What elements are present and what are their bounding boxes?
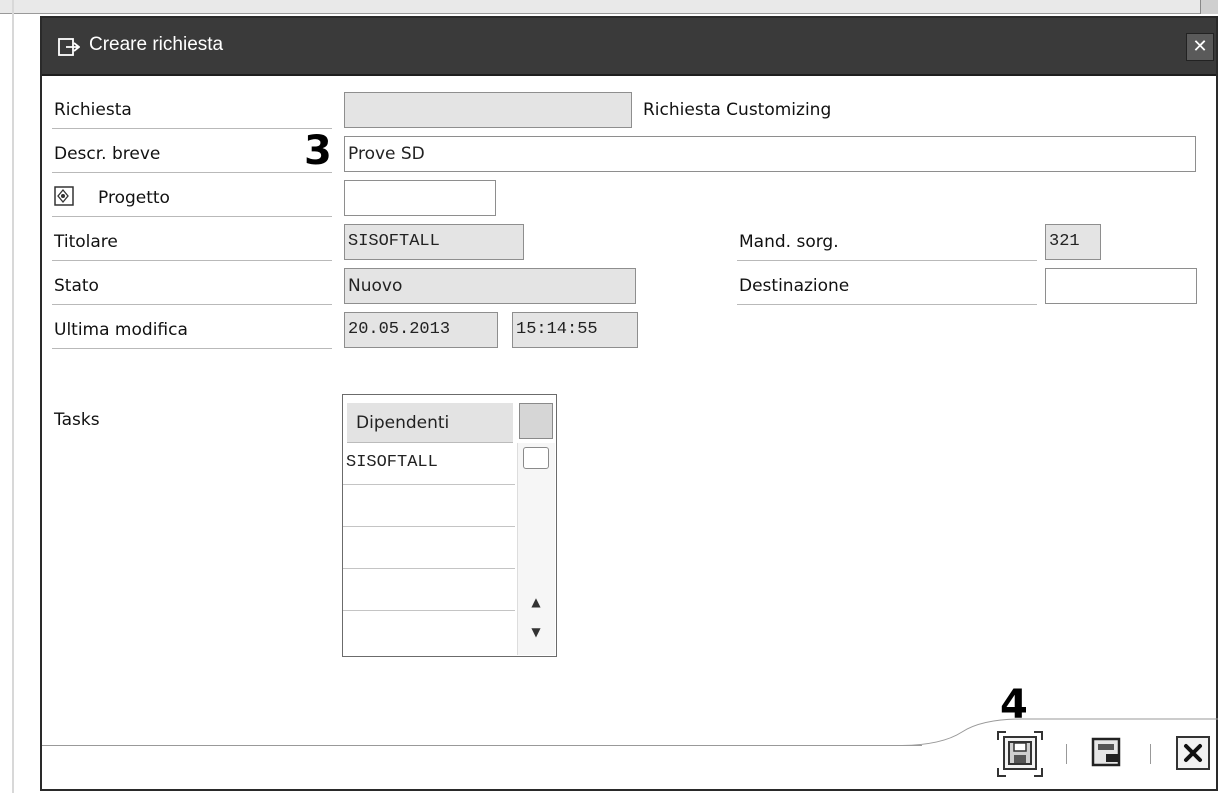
last-changed-time-field[interactable]: 15:14:55 — [512, 312, 638, 348]
last-changed-date-field[interactable]: 20.05.2013 — [344, 312, 498, 348]
step-marker-4: 4 — [1000, 682, 1028, 728]
select-all-button[interactable] — [519, 403, 553, 439]
destination-input[interactable] — [1045, 268, 1197, 304]
label-underline — [52, 304, 332, 305]
richiesta-field[interactable] — [344, 92, 632, 128]
table-row[interactable] — [343, 527, 515, 569]
footer-divider — [42, 745, 922, 746]
label-underline — [52, 216, 332, 217]
label-underline — [737, 260, 1037, 261]
save-local-button[interactable] — [1090, 736, 1124, 770]
dialog-titlebar: Creare richiesta ✕ — [42, 18, 1216, 76]
tasks-table: Dipendenti SISOFTALL ▲ ▼ — [342, 394, 557, 657]
close-icon[interactable]: ✕ — [1186, 33, 1214, 61]
toolbar-separator — [1066, 744, 1067, 764]
tasks-label: Tasks — [54, 410, 100, 430]
save-local-icon — [1091, 737, 1121, 767]
table-scrollbar[interactable]: ▲ ▼ — [517, 443, 555, 655]
label-underline — [737, 304, 1037, 305]
project-input[interactable] — [344, 180, 496, 216]
column-header-dipendenti[interactable]: Dipendenti — [347, 403, 513, 443]
description-input[interactable]: Prove SD — [344, 136, 1196, 172]
create-request-dialog: Creare richiesta ✕ Richiesta Richiesta C… — [40, 16, 1218, 791]
save-button[interactable] — [1003, 736, 1037, 770]
stato-label: Stato — [54, 276, 99, 296]
cancel-button[interactable] — [1176, 736, 1210, 770]
owner-field[interactable]: SISOFTALL — [344, 224, 524, 260]
step-marker-3: 3 — [304, 128, 332, 174]
background-window-strip — [0, 0, 1218, 14]
mand-sorg-label: Mand. sorg. — [739, 232, 839, 252]
label-underline — [52, 172, 332, 173]
label-underline — [52, 348, 332, 349]
source-client-field[interactable]: 321 — [1045, 224, 1101, 260]
dialog-title: Creare richiesta — [89, 34, 224, 55]
table-row[interactable] — [343, 569, 515, 611]
richiesta-label: Richiesta — [54, 100, 132, 120]
create-request-icon — [58, 38, 80, 56]
progetto-label: Progetto — [98, 188, 170, 208]
titolare-label: Titolare — [54, 232, 118, 252]
status-field[interactable]: Nuovo — [344, 268, 636, 304]
destinazione-label: Destinazione — [739, 276, 850, 296]
save-icon — [1008, 741, 1032, 765]
project-icon[interactable] — [54, 186, 74, 206]
cancel-icon — [1184, 744, 1202, 762]
label-underline — [52, 128, 332, 129]
background-window-edge — [12, 0, 14, 793]
scroll-up-icon[interactable]: ▲ — [526, 593, 546, 611]
table-row[interactable]: SISOFTALL — [343, 443, 515, 485]
table-row[interactable] — [343, 485, 515, 527]
label-underline — [52, 260, 332, 261]
background-window-corner — [1200, 0, 1218, 14]
row-select-button[interactable] — [523, 447, 549, 469]
toolbar-separator — [1150, 744, 1151, 764]
descr-breve-label: Descr. breve — [54, 144, 161, 164]
table-row[interactable] — [343, 611, 515, 653]
table-cell: SISOFTALL — [346, 453, 438, 472]
scroll-down-icon[interactable]: ▼ — [526, 623, 546, 641]
footer-curve — [902, 718, 1218, 746]
request-type-text: Richiesta Customizing — [643, 100, 832, 120]
ultima-modifica-label: Ultima modifica — [54, 320, 188, 340]
